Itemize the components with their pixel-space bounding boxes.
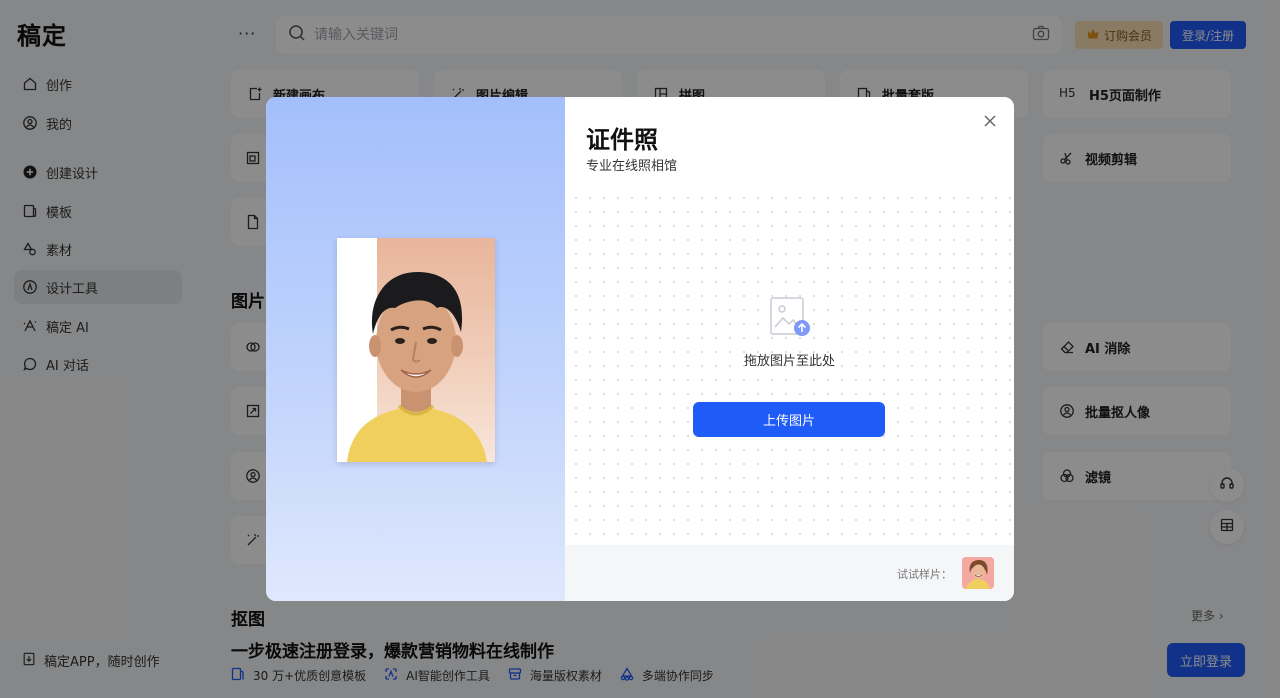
close-icon[interactable]	[983, 114, 997, 128]
modal-title: 证件照	[586, 126, 658, 154]
image-upload-icon	[770, 297, 812, 337]
id-photo-modal: 证件照 专业在线照相馆 拖放图片至此处 上传图片 试试样片：	[266, 97, 1014, 601]
sample-label: 试试样片：	[897, 568, 952, 581]
modal-footer: 试试样片：	[565, 545, 1014, 601]
drop-hint-text: 拖放图片至此处	[743, 354, 835, 369]
modal-preview-panel	[266, 97, 565, 601]
sample-id-photo	[337, 238, 495, 462]
modal-subtitle: 专业在线照相馆	[586, 159, 678, 174]
modal-upload-panel: 证件照 专业在线照相馆 拖放图片至此处 上传图片 试试样片：	[565, 97, 1014, 601]
upload-image-button[interactable]: 上传图片	[693, 402, 885, 437]
sample-photo-thumbnail[interactable]	[962, 557, 994, 589]
